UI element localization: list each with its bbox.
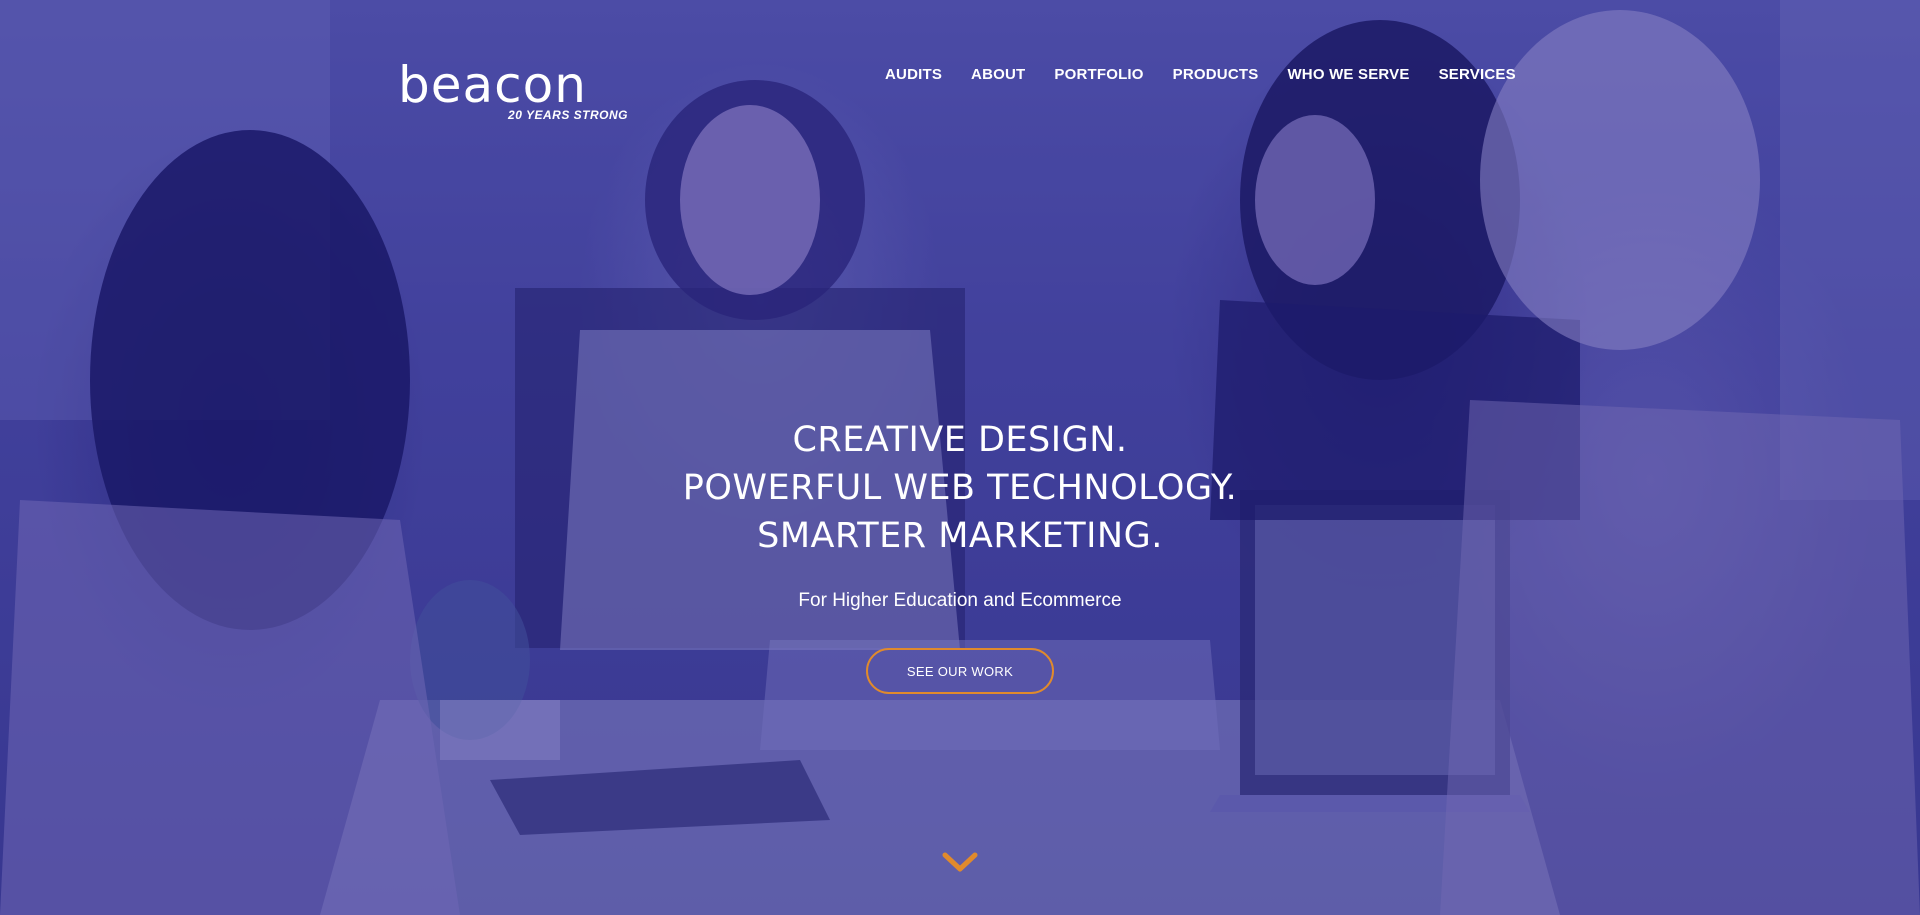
- headline-line: CREATIVE DESIGN.: [792, 420, 1128, 460]
- nav-item-portfolio[interactable]: PORTFOLIO: [1054, 66, 1143, 83]
- nav-item-about[interactable]: ABOUT: [971, 66, 1025, 83]
- logo-wordmark: beacon: [398, 56, 587, 114]
- logo-tagline: 20 YEARS STRONG: [508, 108, 628, 122]
- headline-line: POWERFUL WEB TECHNOLOGY.: [682, 468, 1238, 508]
- hero-section: beacon 20 YEARS STRONG AUDITS ABOUT PORT…: [0, 0, 1920, 915]
- hero-headline: CREATIVE DESIGN. POWERFUL WEB TECHNOLOGY…: [560, 416, 1360, 560]
- chevron-down-icon[interactable]: [942, 852, 978, 874]
- nav-item-products[interactable]: PRODUCTS: [1173, 66, 1259, 83]
- brand-logo[interactable]: beacon 20 YEARS STRONG: [398, 60, 628, 124]
- nav-item-who-we-serve[interactable]: WHO WE SERVE: [1287, 66, 1409, 83]
- headline-line: SMARTER MARKETING.: [757, 516, 1163, 556]
- nav-item-services[interactable]: SERVICES: [1439, 66, 1516, 83]
- main-nav: AUDITS ABOUT PORTFOLIO PRODUCTS WHO WE S…: [885, 66, 1516, 83]
- see-our-work-button[interactable]: SEE OUR WORK: [866, 648, 1054, 694]
- hero-subtitle: For Higher Education and Ecommerce: [798, 590, 1122, 611]
- nav-item-audits[interactable]: AUDITS: [885, 66, 942, 83]
